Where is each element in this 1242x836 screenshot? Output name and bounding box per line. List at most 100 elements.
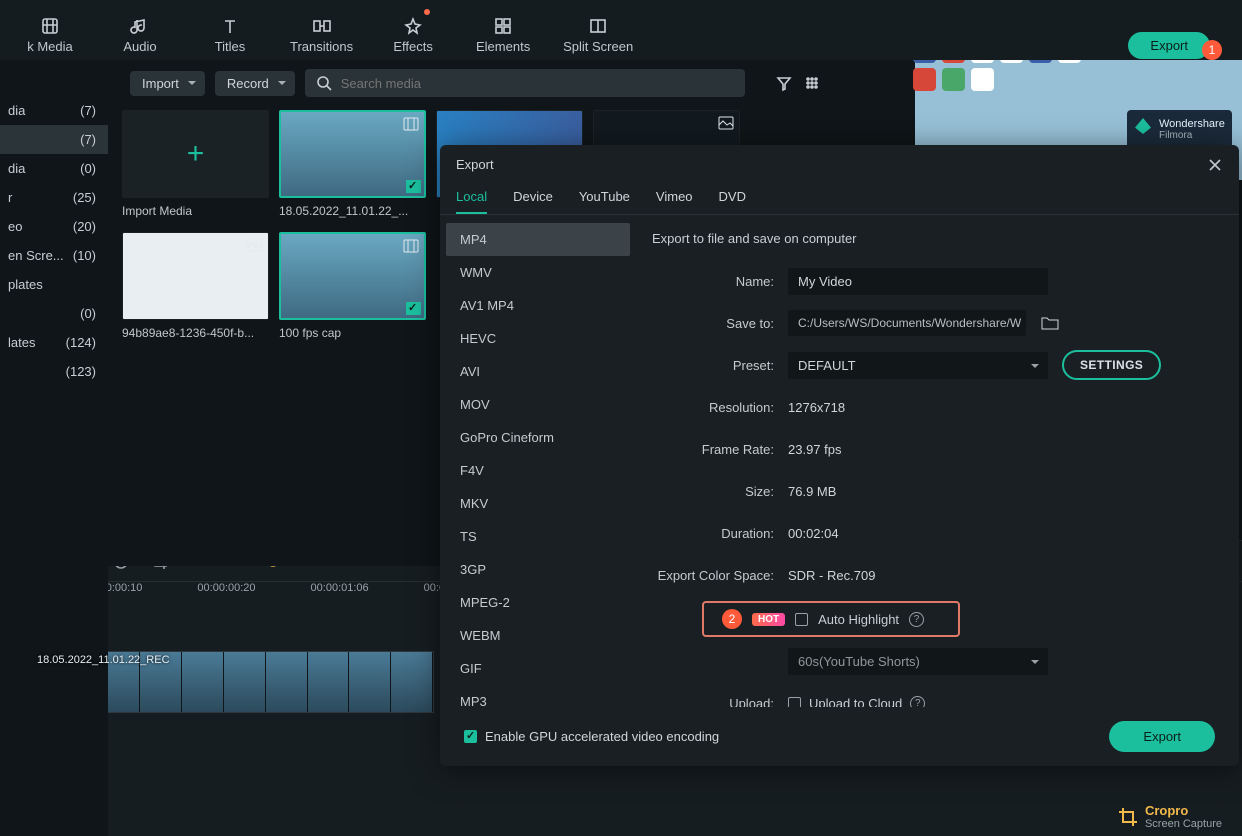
format-mkv[interactable]: MKV bbox=[446, 487, 630, 520]
cat-item[interactable]: lates(124) bbox=[0, 328, 108, 357]
step-badge-2: 2 bbox=[722, 609, 742, 629]
saveto-label: Save to: bbox=[652, 316, 774, 331]
duration-value: 00:02:04 bbox=[788, 526, 1211, 541]
upload-cloud-label: Upload to Cloud bbox=[809, 696, 902, 708]
export-button[interactable]: Export bbox=[1128, 32, 1210, 59]
close-icon[interactable] bbox=[1207, 157, 1223, 173]
preset-select[interactable]: DEFAULT bbox=[788, 352, 1048, 379]
cat-item[interactable]: dia(7) bbox=[0, 96, 108, 125]
format-list: MP4 WMV AV1 MP4 HEVC AVI MOV GoPro Cinef… bbox=[440, 215, 630, 707]
format-mpeg2[interactable]: MPEG-2 bbox=[446, 586, 630, 619]
cat-item[interactable]: (0) bbox=[0, 299, 108, 328]
effects-notif-dot bbox=[424, 9, 430, 15]
colorspace-label: Export Color Space: bbox=[652, 568, 774, 583]
tab-local[interactable]: Local bbox=[456, 181, 487, 214]
search-media[interactable] bbox=[305, 69, 745, 97]
saveto-path: C:/Users/WS/Documents/Wondershare/W bbox=[788, 310, 1026, 336]
export-subtitle: Export to file and save on computer bbox=[652, 231, 1211, 246]
nav-titles[interactable]: Titles bbox=[200, 16, 260, 60]
nav-split-screen[interactable]: Split Screen bbox=[563, 16, 633, 60]
cat-item[interactable]: en Scre...(10) bbox=[0, 241, 108, 270]
image-icon bbox=[718, 116, 734, 130]
name-input[interactable] bbox=[788, 268, 1048, 295]
format-gopro[interactable]: GoPro Cineform bbox=[446, 421, 630, 454]
export-confirm-button[interactable]: Export bbox=[1109, 721, 1215, 752]
nav-audio[interactable]: Audio bbox=[110, 16, 170, 60]
cat-item[interactable]: (7) bbox=[0, 125, 108, 154]
tab-dvd[interactable]: DVD bbox=[719, 181, 746, 214]
cat-item[interactable]: dia(0) bbox=[0, 154, 108, 183]
colorspace-value: SDR - Rec.709 bbox=[788, 568, 1211, 583]
help-icon[interactable]: ? bbox=[910, 696, 925, 708]
transitions-icon bbox=[312, 16, 332, 36]
settings-button[interactable]: SETTINGS bbox=[1062, 350, 1161, 380]
shorts-select[interactable]: 60s(YouTube Shorts) bbox=[788, 648, 1048, 675]
size-label: Size: bbox=[652, 484, 774, 499]
media-thumb[interactable]: 100 fps cap bbox=[279, 232, 426, 340]
elements-icon bbox=[493, 16, 513, 36]
folder-icon[interactable] bbox=[1040, 314, 1060, 332]
cat-item[interactable]: r(25) bbox=[0, 183, 108, 212]
tab-youtube[interactable]: YouTube bbox=[579, 181, 630, 214]
check-icon bbox=[406, 180, 421, 193]
resolution-value: 1276x718 bbox=[788, 400, 1211, 415]
media-thumb[interactable]: 94b89ae8-1236-450f-b... bbox=[122, 232, 269, 340]
format-gif[interactable]: GIF bbox=[446, 652, 630, 685]
nav-effects[interactable]: Effects bbox=[383, 16, 443, 60]
upload-cloud-checkbox[interactable] bbox=[788, 697, 801, 708]
tab-vimeo[interactable]: Vimeo bbox=[656, 181, 693, 214]
media-thumb[interactable]: 18.05.2022_11.01.22_... bbox=[279, 110, 426, 218]
tab-device[interactable]: Device bbox=[513, 181, 553, 214]
size-value: 76.9 MB bbox=[788, 484, 1211, 499]
help-icon[interactable]: ? bbox=[909, 612, 924, 627]
image-icon bbox=[247, 238, 263, 252]
modal-title: Export bbox=[456, 157, 494, 173]
export-modal: Export Local Device YouTube Vimeo DVD MP… bbox=[440, 145, 1239, 766]
filter-icon[interactable] bbox=[775, 74, 793, 92]
nav-elements[interactable]: Elements bbox=[473, 16, 533, 60]
format-mp4[interactable]: MP4 bbox=[446, 223, 630, 256]
nav-transitions[interactable]: Transitions bbox=[290, 16, 353, 60]
format-mov[interactable]: MOV bbox=[446, 388, 630, 421]
record-dropdown[interactable]: Record bbox=[215, 71, 295, 96]
format-ts[interactable]: TS bbox=[446, 520, 630, 553]
effects-icon bbox=[403, 16, 423, 36]
video-icon bbox=[403, 117, 419, 131]
cat-item[interactable]: (123) bbox=[0, 357, 108, 386]
gpu-checkbox[interactable] bbox=[464, 730, 477, 743]
format-mp3[interactable]: MP3 bbox=[446, 685, 630, 707]
format-av1mp4[interactable]: AV1 MP4 bbox=[446, 289, 630, 322]
audio-icon bbox=[130, 16, 150, 36]
top-nav: k Media Audio Titles Transitions Effects… bbox=[0, 0, 1242, 60]
film-icon bbox=[40, 16, 60, 36]
plus-icon: + bbox=[187, 137, 205, 171]
gpu-label: Enable GPU accelerated video encoding bbox=[485, 729, 719, 744]
cat-item[interactable]: plates bbox=[0, 270, 108, 299]
format-3gp[interactable]: 3GP bbox=[446, 553, 630, 586]
export-badge: 1 bbox=[1202, 40, 1222, 60]
import-media-tile[interactable]: +Import Media bbox=[122, 110, 269, 218]
import-dropdown[interactable]: Import bbox=[130, 71, 205, 96]
auto-highlight-label: Auto Highlight bbox=[818, 612, 899, 627]
hot-badge: HOT bbox=[752, 613, 785, 626]
search-input[interactable] bbox=[341, 76, 735, 91]
format-hevc[interactable]: HEVC bbox=[446, 322, 630, 355]
grid-view-icon[interactable] bbox=[803, 74, 821, 92]
duration-label: Duration: bbox=[652, 526, 774, 541]
auto-highlight-checkbox[interactable] bbox=[795, 613, 808, 626]
split-icon bbox=[588, 16, 608, 36]
upload-label: Upload: bbox=[652, 696, 774, 708]
export-dest-tabs: Local Device YouTube Vimeo DVD bbox=[440, 181, 1239, 215]
nav-stock-media[interactable]: k Media bbox=[20, 16, 80, 60]
format-wmv[interactable]: WMV bbox=[446, 256, 630, 289]
cat-item[interactable]: eo(20) bbox=[0, 212, 108, 241]
format-f4v[interactable]: F4V bbox=[446, 454, 630, 487]
auto-highlight-box: 2 HOT Auto Highlight ? bbox=[702, 601, 960, 637]
resolution-label: Resolution: bbox=[652, 400, 774, 415]
preset-label: Preset: bbox=[652, 358, 774, 373]
format-avi[interactable]: AVI bbox=[446, 355, 630, 388]
format-webm[interactable]: WEBM bbox=[446, 619, 630, 652]
category-sidebar: dia(7) (7) dia(0) r(25) eo(20) en Scre..… bbox=[0, 96, 108, 836]
framerate-value: 23.97 fps bbox=[788, 442, 1211, 457]
check-icon bbox=[406, 302, 421, 315]
